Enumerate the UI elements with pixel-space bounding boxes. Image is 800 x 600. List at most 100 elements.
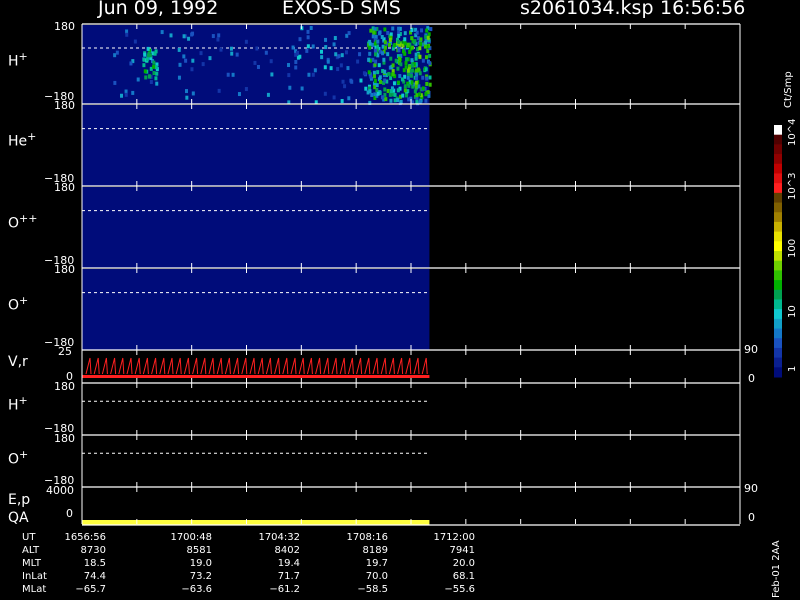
ephemeris-cell: −65.7 — [75, 584, 106, 595]
h-flux-cell — [184, 58, 188, 63]
h-flux-cell — [396, 98, 400, 103]
rtick-ep-bottom: 0 — [748, 511, 755, 524]
h-flux-cell — [154, 49, 158, 54]
h-flux-cell — [418, 71, 422, 76]
colorbar-segment — [774, 241, 782, 252]
velocity-trace-segment — [249, 357, 256, 375]
velocity-trace-segment — [397, 357, 404, 375]
h-flux-cell — [412, 40, 416, 45]
ephemeris-cell: −61.2 — [269, 584, 300, 595]
panel-label-h-plus: H+ — [8, 50, 28, 70]
panel-label-he-plus: He+ — [8, 130, 37, 150]
header-file: s2061034.ksp — [520, 0, 654, 19]
h-flux-cell — [169, 33, 173, 38]
h-flux-cell — [424, 98, 428, 103]
h-flux-cell — [382, 57, 386, 62]
h-flux-cell — [381, 51, 385, 56]
h-flux-cell — [306, 29, 310, 34]
h-flux-cell — [344, 50, 348, 55]
h-flux-cell — [311, 44, 315, 49]
h-flux-cell — [421, 58, 425, 63]
h-flux-cell — [396, 66, 400, 71]
h-flux-cell — [414, 80, 418, 85]
h-flux-cell — [324, 45, 328, 50]
h-flux-cell — [230, 51, 234, 56]
h-flux-cell — [266, 92, 270, 97]
header-instrument: EXOS-D SMS — [282, 0, 401, 19]
h-flux-cell — [191, 91, 195, 96]
h-flux-cell — [410, 45, 414, 50]
h-flux-cell — [307, 72, 311, 77]
ephemeris-cell: 74.4 — [83, 571, 106, 582]
panel-label-o-plus: O+ — [8, 294, 29, 314]
h-flux-cell — [306, 44, 310, 49]
h-flux-cell — [296, 50, 300, 55]
h-flux-cell — [177, 75, 181, 80]
h-flux-cell — [144, 75, 148, 80]
h-flux-cell — [405, 57, 409, 62]
ephemeris-row-label: MLT — [22, 558, 41, 569]
velocity-trace-segment — [134, 357, 141, 375]
h-flux-cell — [398, 74, 402, 79]
h-flux-cell — [403, 41, 407, 46]
plot-canvas — [81, 23, 782, 526]
h-flux-cell — [369, 74, 373, 79]
ephemeris-cell: 1708:16 — [346, 532, 388, 543]
ephemeris-cell: 70.0 — [365, 571, 388, 582]
h-flux-cell — [375, 83, 379, 88]
velocity-trace-segment — [257, 357, 264, 375]
ephemeris-cell: 19.7 — [365, 558, 388, 569]
h-flux-cell — [358, 52, 362, 57]
h-flux-cell — [115, 50, 119, 55]
h-flux-cell — [397, 39, 401, 44]
h-flux-cell — [294, 60, 298, 65]
colorbar-segment — [774, 231, 782, 242]
colorbar-segment — [774, 251, 782, 262]
colorbar-segment — [774, 154, 782, 165]
colorbar-segment — [774, 309, 782, 320]
velocity-trace-segment — [233, 357, 240, 375]
velocity-trace-segment — [405, 357, 412, 375]
h-flux-cell — [404, 93, 408, 98]
ephemeris-cell: 19.0 — [189, 558, 212, 569]
h-flux-cell — [367, 57, 371, 62]
h-flux-cell — [397, 48, 401, 53]
colorbar-segment — [774, 134, 782, 145]
h-flux-cell — [147, 74, 151, 79]
h-flux-cell — [369, 28, 373, 33]
h-flux-cell — [424, 34, 428, 39]
h-flux-cell — [185, 89, 189, 94]
h-flux-cell — [410, 68, 414, 73]
velocity-trace-segment — [126, 357, 133, 375]
h-flux-cell — [383, 45, 387, 50]
velocity-trace-segment — [216, 357, 223, 375]
colorbar-segment — [774, 144, 782, 155]
ytick-ep-bottom: 0 — [66, 507, 73, 520]
h-flux-cell — [309, 26, 313, 31]
h-flux-cell — [226, 72, 230, 77]
h-flux-cell — [403, 88, 407, 93]
velocity-trace-segment — [200, 357, 207, 375]
h-flux-cell — [378, 75, 382, 80]
ephemeris-cell: −63.6 — [181, 584, 212, 595]
h-flux-cell — [384, 97, 388, 102]
h-flux-cell — [389, 98, 393, 103]
h-flux-cell — [152, 71, 156, 76]
colorbar-label-1e4: 10^4 — [787, 118, 798, 146]
h-flux-cell — [425, 76, 429, 81]
velocity-trace-segment — [265, 357, 272, 375]
h-flux-cell — [425, 81, 429, 86]
h-flux-cell — [393, 92, 397, 97]
h-flux-cell — [393, 42, 397, 47]
h-flux-cell — [391, 63, 395, 68]
velocity-trace-segment — [380, 357, 387, 375]
panel-label-o-pp: O++ — [8, 212, 38, 232]
h-flux-cell — [380, 95, 384, 100]
ephemeris-cell: 19.4 — [277, 558, 300, 569]
h-flux-cell — [349, 78, 353, 83]
colorbar-segment — [774, 202, 782, 213]
h-flux-cell — [216, 37, 220, 42]
h-flux-cell — [410, 80, 414, 85]
h-flux-cell — [199, 51, 203, 56]
h-flux-cell — [386, 88, 390, 93]
